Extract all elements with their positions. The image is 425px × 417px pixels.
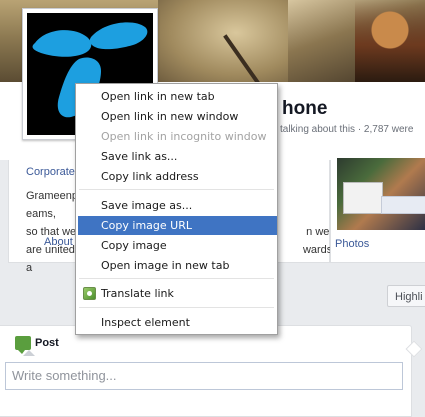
menu-item-open-incognito: Open link in incognito window: [101, 130, 267, 143]
menu-item-translate-link[interactable]: Translate link: [76, 284, 277, 303]
post-tab-label: Post: [35, 337, 59, 349]
post-tab[interactable]: Post: [15, 336, 59, 354]
post-composer: Post Write something...: [0, 325, 412, 417]
thumbnail-detail: [381, 196, 425, 214]
photos-thumbnail[interactable]: [337, 158, 425, 230]
photos-tab[interactable]: Photos: [335, 238, 369, 250]
menu-separator: [79, 278, 274, 280]
context-menu: Open link in new tab Open link in new wi…: [75, 83, 278, 335]
photos-card: Photos: [330, 158, 425, 263]
category-link[interactable]: Corporate: [26, 166, 75, 178]
menu-item-save-link[interactable]: Save link as...: [76, 147, 277, 166]
tab-caret: [23, 350, 35, 356]
menu-separator: [79, 189, 274, 191]
menu-item-copy-image-url[interactable]: Copy image URL: [78, 216, 277, 235]
status-input[interactable]: Write something...: [5, 362, 403, 390]
about-tab[interactable]: About: [44, 236, 73, 248]
page-title[interactable]: hone: [282, 98, 327, 120]
cover-art-panel: [158, 0, 288, 82]
menu-item-open-new-window[interactable]: Open link in new window: [76, 107, 277, 126]
menu-item-save-image[interactable]: Save image as...: [76, 196, 277, 215]
menu-item-inspect-element[interactable]: Inspect element: [76, 313, 277, 332]
menu-item-open-new-tab[interactable]: Open link in new tab: [76, 87, 277, 106]
highlights-button[interactable]: Highli: [387, 285, 425, 307]
menu-item-copy-image[interactable]: Copy image: [76, 236, 277, 255]
menu-item-copy-link[interactable]: Copy link address: [76, 167, 277, 186]
speech-bubble-icon: [15, 336, 31, 354]
thumbnail-detail: [343, 182, 383, 214]
page-stats: talking about this · 2,787 were: [280, 124, 414, 135]
cover-art-figure: [355, 0, 425, 82]
menu-item-open-image-new-tab[interactable]: Open image in new tab: [76, 256, 277, 275]
menu-separator: [79, 307, 274, 309]
